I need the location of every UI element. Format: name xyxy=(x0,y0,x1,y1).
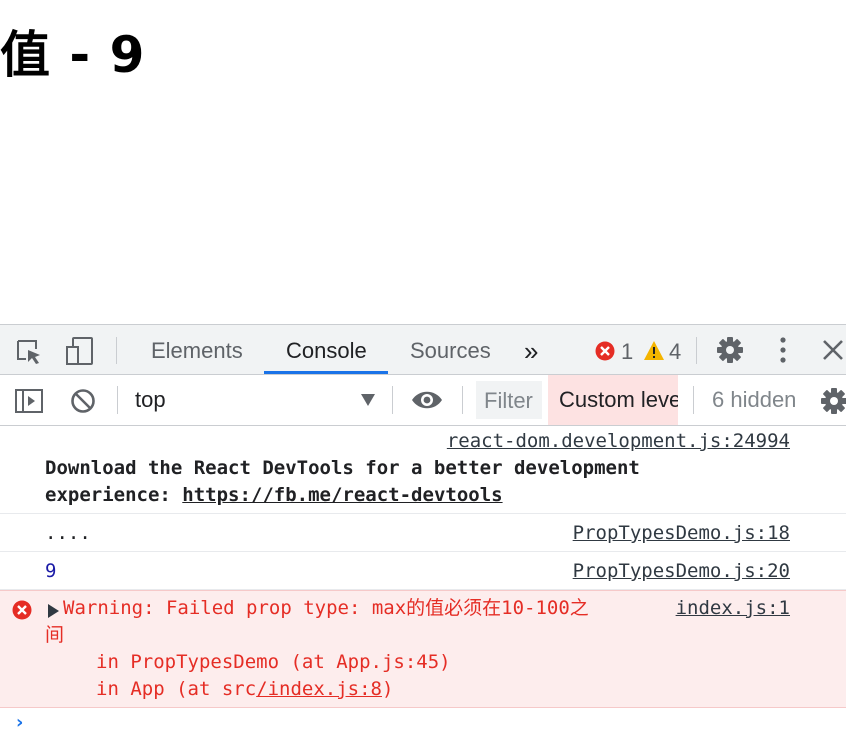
source-link[interactable]: index.js:1 xyxy=(676,595,790,622)
stack-line-2-prefix: in App (at src xyxy=(96,678,257,700)
toolbar-divider-4 xyxy=(693,386,694,414)
more-options-icon[interactable] xyxy=(773,336,793,364)
stack-source-link[interactable]: /index.js:8 xyxy=(256,678,382,700)
warning-text-line-1: Warning: Failed prop type: max的值必须在10-10… xyxy=(63,597,589,619)
log-levels-label: Custom leve xyxy=(559,387,678,412)
tab-sources[interactable]: Sources xyxy=(410,325,491,375)
source-link[interactable]: PropTypesDemo.js:20 xyxy=(573,558,790,585)
log-text: Download the React DevTools for a better… xyxy=(45,455,640,509)
devtools-link[interactable]: https://fb.me/react-devtools xyxy=(182,484,502,506)
close-icon[interactable] xyxy=(822,339,844,361)
toolbar-divider-2 xyxy=(392,386,393,414)
log-text-line-2: experience: https://fb.me/react-devtools xyxy=(45,482,640,509)
error-message: Warning: Failed prop type: max的值必须在10-10… xyxy=(0,590,846,708)
log-message-devtools: react-dom.development.js:24994 Download … xyxy=(0,426,846,514)
tabbar-divider-2 xyxy=(696,337,697,364)
error-count-icon[interactable] xyxy=(595,341,615,361)
warning-count[interactable]: 4 xyxy=(669,340,681,364)
log-message-dots: .... PropTypesDemo.js:18 xyxy=(0,514,846,552)
log-text-prefix: experience: xyxy=(45,484,183,506)
chevron-down-icon[interactable] xyxy=(361,394,375,406)
error-icon xyxy=(12,600,32,620)
stack-line-2: in App (at src/index.js:8) xyxy=(96,676,393,703)
log-number: 9 xyxy=(45,560,57,582)
console-toolbar: top Filter Custom leve 6 hidden xyxy=(0,375,846,426)
warning-count-icon[interactable] xyxy=(643,340,665,361)
console-settings-gear-icon[interactable] xyxy=(820,387,846,415)
toolbar-divider-3 xyxy=(462,386,463,414)
expand-triangle-icon[interactable] xyxy=(48,604,59,618)
log-text-line-1: Download the React DevTools for a better… xyxy=(45,457,640,479)
more-tabs-button[interactable]: » xyxy=(524,325,538,375)
source-link[interactable]: PropTypesDemo.js:18 xyxy=(573,520,790,547)
tabbar-divider xyxy=(116,337,117,364)
console-prompt-chevron-icon[interactable]: › xyxy=(16,712,23,733)
source-link[interactable]: react-dom.development.js:24994 xyxy=(447,428,790,455)
active-tab-indicator xyxy=(264,371,388,374)
devtools-panel: Elements Console Sources » 1 4 top Filte… xyxy=(0,324,846,733)
page-heading: 值 - 9 xyxy=(0,26,146,84)
warning-text-line-2: 间 xyxy=(45,624,65,646)
hidden-count: 6 hidden xyxy=(712,387,797,412)
sidebar-toggle-icon[interactable] xyxy=(14,388,44,414)
tab-elements[interactable]: Elements xyxy=(151,325,243,375)
filter-placeholder[interactable]: Filter xyxy=(484,376,533,426)
inspect-element-icon[interactable] xyxy=(14,337,44,367)
devtools-tabbar: Elements Console Sources » 1 4 xyxy=(0,324,846,375)
clear-console-icon[interactable] xyxy=(70,388,96,414)
stack-line-1: in PropTypesDemo (at App.js:45) xyxy=(96,651,451,673)
device-toolbar-icon[interactable] xyxy=(64,335,96,367)
stack-line-2-suffix: ) xyxy=(382,678,394,700)
log-levels-dropdown[interactable]: Custom leve xyxy=(548,375,678,425)
settings-gear-icon[interactable] xyxy=(716,336,744,364)
toolbar-divider-1 xyxy=(117,386,118,414)
context-select[interactable]: top xyxy=(135,375,166,425)
live-expression-eye-icon[interactable] xyxy=(411,389,443,411)
tab-console[interactable]: Console xyxy=(286,325,367,375)
error-count[interactable]: 1 xyxy=(621,340,633,364)
log-message-value: 9 PropTypesDemo.js:20 xyxy=(0,552,846,590)
log-text: .... xyxy=(45,522,91,544)
